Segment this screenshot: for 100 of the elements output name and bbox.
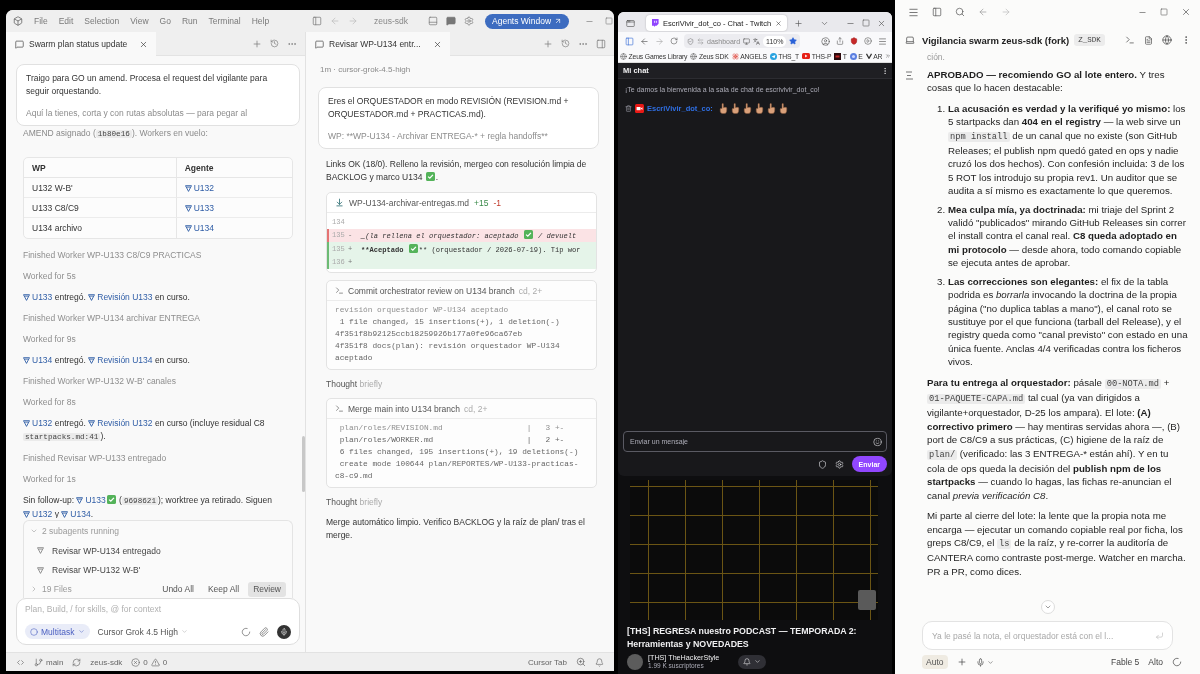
history-icon[interactable]	[270, 39, 279, 48]
command-title[interactable]: Merge main into U134 branch	[348, 403, 460, 414]
menu-item[interactable]: Run	[181, 16, 198, 26]
bell-icon[interactable]	[595, 657, 604, 667]
agent-link[interactable]: U132	[23, 509, 53, 518]
tabs-icon[interactable]	[626, 18, 635, 28]
prompt-input[interactable]: Plan, Build, / for skills, @ for context	[25, 604, 291, 614]
effort-selector[interactable]: Alto	[1148, 657, 1163, 667]
plus-icon[interactable]	[252, 38, 262, 49]
file-action-button[interactable]: Undo All	[157, 581, 199, 597]
agent-link[interactable]: Revisión U134	[88, 355, 153, 365]
agent-link[interactable]: U134	[184, 223, 214, 233]
play-icon[interactable]	[864, 37, 872, 45]
menu-item[interactable]: Go	[159, 16, 171, 26]
notification-button[interactable]	[738, 654, 767, 669]
close-icon[interactable]	[432, 39, 442, 49]
problems-item[interactable]: 0 0	[131, 657, 168, 667]
status-text: Worked for 5s	[23, 270, 77, 283]
project-item[interactable]: zeus-sdk	[90, 657, 123, 667]
scrollbar-thumb[interactable]	[302, 436, 305, 492]
search-icon[interactable]	[955, 7, 965, 17]
document-icon[interactable]	[1144, 35, 1153, 45]
chat-icon[interactable]	[446, 16, 456, 26]
file-name[interactable]: WP-U134-archivar-entregas.md	[349, 197, 469, 208]
agent-link[interactable]: U134	[61, 509, 91, 518]
video-thumbnail[interactable]	[630, 480, 878, 620]
video-title[interactable]: [THS] REGRESA nuestro PODCAST — TEMPORADA 2: Herramientas y NOVEDADES	[627, 625, 884, 651]
plus-icon[interactable]	[956, 657, 967, 667]
cursor-tab-item[interactable]: Cursor Tab	[528, 657, 567, 667]
back-icon[interactable]	[978, 7, 988, 17]
triangle-icon	[37, 566, 44, 574]
menu-item[interactable]: View	[130, 16, 149, 26]
close-icon[interactable]	[877, 18, 886, 28]
channel-avatar[interactable]	[627, 653, 643, 670]
settings-icon[interactable]	[464, 16, 474, 26]
back-icon[interactable]	[640, 36, 649, 46]
file-action-button[interactable]: Keep All	[202, 581, 245, 597]
panel-icon[interactable]	[312, 16, 322, 26]
share-icon[interactable]	[836, 37, 844, 45]
attach-icon[interactable]	[259, 626, 269, 637]
maximize-icon[interactable]	[605, 17, 614, 25]
zoom-in-icon[interactable]	[576, 657, 586, 667]
subagent-item[interactable]: Revisar WP-U132 W-B'	[30, 560, 286, 581]
mic-selector[interactable]	[975, 657, 994, 667]
menu-item[interactable]: File	[34, 16, 48, 26]
agents-window-button[interactable]: Agents Window	[485, 13, 570, 29]
agent-link[interactable]: U133	[23, 292, 53, 302]
forward-icon[interactable]	[655, 36, 664, 46]
maximize-icon[interactable]	[1160, 8, 1168, 16]
star-icon[interactable]	[789, 37, 798, 45]
globe-icon[interactable]	[1162, 35, 1172, 45]
mode-selector[interactable]: Multitask	[25, 624, 90, 639]
agent-link[interactable]: Revisión U132	[88, 418, 153, 428]
history-icon[interactable]	[561, 39, 570, 48]
emoji-icon[interactable]	[873, 437, 882, 446]
agent-link[interactable]: U133	[184, 202, 214, 213]
agent-link[interactable]: U133	[76, 495, 106, 505]
model-selector[interactable]: Fable 5	[1111, 657, 1140, 667]
panel-icon[interactable]	[596, 38, 606, 49]
user-icon[interactable]	[821, 36, 830, 46]
enter-icon[interactable]	[1155, 631, 1164, 640]
agent-link[interactable]: Revisión U133	[88, 292, 153, 302]
mode-selector[interactable]: Auto	[922, 655, 948, 669]
branch-item[interactable]: main	[34, 657, 64, 667]
mic-button[interactable]	[277, 624, 291, 639]
menu-item[interactable]: Selection	[84, 16, 120, 26]
agent-link[interactable]: U134	[23, 355, 53, 365]
plus-icon[interactable]	[794, 18, 804, 28]
sidebar-icon[interactable]	[625, 36, 634, 46]
maximize-icon[interactable]	[862, 19, 870, 27]
chat-tab[interactable]: Swarm plan status update	[6, 32, 157, 56]
subagent-item[interactable]: Revisar WP-U134 entregado	[30, 540, 286, 561]
chevrons-icon[interactable]	[16, 657, 25, 667]
agent-link[interactable]: U132	[184, 182, 214, 193]
menu-item[interactable]: Edit	[58, 16, 74, 26]
file-action-button[interactable]: Review	[248, 581, 286, 597]
message-text: Traigo para GO un amend. Procesa el request del vigilante para seguir orquestando.	[26, 72, 269, 98]
sidebar-icon[interactable]	[932, 7, 942, 17]
command-title[interactable]: Commit orchestrator review on U134 branch	[348, 285, 515, 296]
plus-icon[interactable]	[543, 38, 553, 49]
close-icon[interactable]	[139, 39, 149, 49]
more-icon[interactable]	[881, 66, 889, 75]
model-selector[interactable]: Cursor Grok 4.5 High	[97, 626, 188, 637]
trash-icon[interactable]	[625, 105, 632, 112]
agent-link[interactable]: U132	[23, 418, 53, 428]
reload-icon[interactable]	[670, 37, 678, 45]
conversation-title[interactable]: Vigilancia swarm zeus-sdk (fork)	[922, 34, 1070, 46]
forward-icon[interactable]	[1001, 7, 1011, 17]
close-icon[interactable]	[1181, 7, 1191, 17]
menu-item[interactable]: Help	[251, 16, 270, 26]
menu-item[interactable]: Terminal	[208, 16, 241, 26]
shield-icon[interactable]	[850, 37, 858, 45]
warning-icon	[150, 657, 160, 667]
close-icon[interactable]	[775, 19, 783, 27]
menu-icon[interactable]	[908, 6, 919, 18]
panel-icon[interactable]	[428, 16, 438, 26]
chat-tab[interactable]: Revisar WP-U134 entr...	[306, 32, 450, 56]
menu-icon[interactable]	[878, 36, 887, 46]
sync-icon[interactable]	[72, 657, 82, 667]
terminal-icon[interactable]	[1125, 35, 1135, 45]
